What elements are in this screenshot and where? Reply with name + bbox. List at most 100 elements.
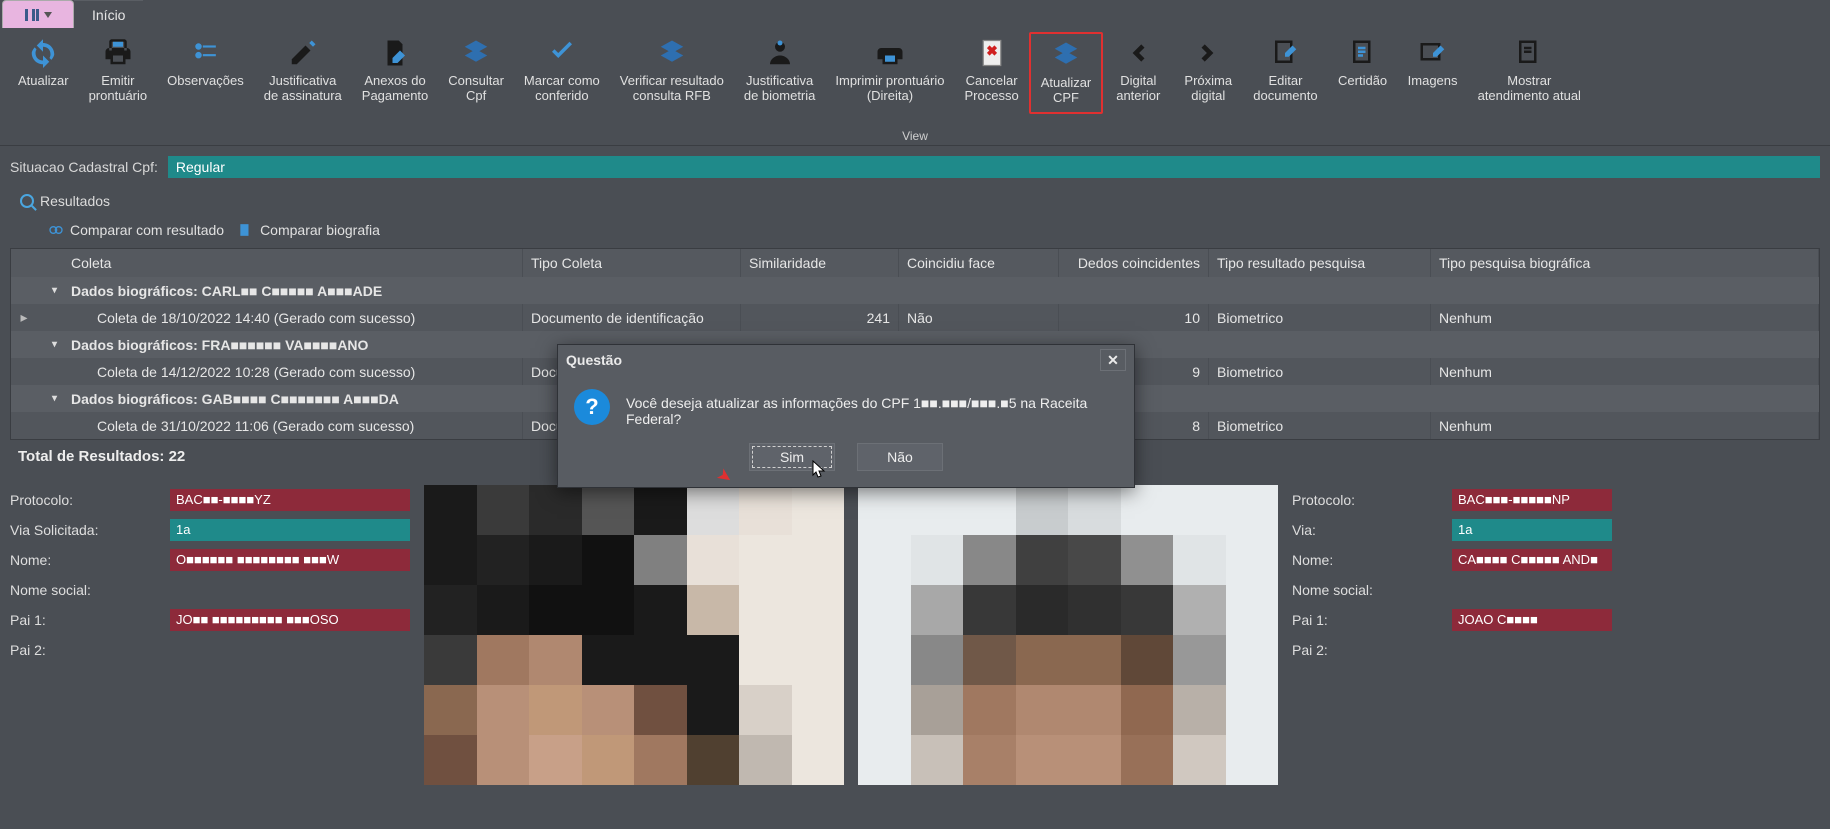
printer-icon: [101, 36, 135, 70]
cell-coleta: Coleta de 31/10/2022 11:06 (Gerado com s…: [89, 412, 523, 439]
btn-label: Mostrar: [1507, 74, 1551, 89]
btn-label: Imprimir prontuário: [835, 74, 944, 89]
table-row[interactable]: ▸ Coleta de 18/10/2022 14:40 (Gerado com …: [11, 304, 1819, 331]
question-icon: ?: [574, 389, 610, 425]
check-icon: [545, 36, 579, 70]
col-coleta[interactable]: Coleta: [63, 249, 523, 277]
dialog-questao: Questão ✕ ? Você deseja atualizar as inf…: [557, 344, 1135, 488]
cell-coin: Não: [899, 304, 1059, 331]
btn-digital-anterior[interactable]: Digital anterior: [1103, 32, 1173, 110]
btn-mostrar-atendimento[interactable]: Mostrar atendimento atual: [1468, 32, 1591, 110]
v-nome: CA■■■■ C■■■■■ AND■: [1452, 549, 1612, 571]
document-x-icon: [975, 36, 1009, 70]
k-protocolo: Protocolo:: [1292, 492, 1442, 508]
v-nome: O■■■■■■ ■■■■■■■■ ■■■W: [170, 549, 410, 571]
btn-verificar-rfb[interactable]: Verificar resultado consulta RFB: [610, 32, 734, 110]
btn-label: Digital: [1120, 74, 1156, 89]
btn-label: Consultar: [448, 74, 504, 89]
btn-label2: Pagamento: [362, 89, 429, 104]
dialog-titlebar[interactable]: Questão ✕: [558, 345, 1134, 375]
collapse-icon[interactable]: ▾: [11, 285, 63, 296]
v-via: 1a: [170, 519, 410, 541]
btn-cancelar-processo[interactable]: Cancelar Processo: [954, 32, 1028, 110]
situacao-value[interactable]: Regular: [168, 156, 1820, 178]
dialog-close-button[interactable]: ✕: [1100, 349, 1126, 371]
col-similaridade[interactable]: Similaridade: [741, 249, 899, 277]
btn-label2: Processo: [964, 89, 1018, 104]
col-coincidiu[interactable]: Coincidiu face: [899, 249, 1059, 277]
close-icon: ✕: [1107, 352, 1119, 369]
btn-imprimir-direita[interactable]: Imprimir prontuário (Direita): [825, 32, 954, 110]
document-icon: [238, 222, 254, 238]
cell-res: Biometrico: [1209, 412, 1431, 439]
k-pai2: Pai 2:: [10, 642, 160, 658]
right-details: Protocolo:BAC■■■-■■■■■NP Via:1a Nome:CA■…: [1292, 485, 1612, 785]
col-tipo[interactable]: Tipo Coleta: [523, 249, 741, 277]
btn-nao[interactable]: Não: [857, 443, 943, 471]
action-label: Comparar com resultado: [70, 222, 224, 238]
btn-justificativa-biometria[interactable]: Justificativa de biometria: [734, 32, 826, 110]
cursor-icon: [812, 460, 826, 480]
group-row[interactable]: ▾Dados biográficos: CARL■■ C■■■■■ A■■■AD…: [11, 277, 1819, 304]
group-label: Dados biográficos: CARL■■ C■■■■■ A■■■ADE: [63, 277, 1819, 304]
cell-res: Biometrico: [1209, 304, 1431, 331]
btn-label: Imagens: [1408, 74, 1458, 89]
menu-bars-icon: [25, 9, 39, 21]
tab-resultados[interactable]: Resultados: [10, 188, 120, 214]
person-icon: [763, 36, 797, 70]
btn-label: Justificativa: [269, 74, 336, 89]
btn-proxima-digital[interactable]: Próxima digital: [1173, 32, 1243, 110]
btn-label2: de biometria: [744, 89, 816, 104]
pen-icon: [286, 36, 320, 70]
btn-consultar-cpf[interactable]: Consultar Cpf: [438, 32, 514, 110]
cell-dedos: 10: [1059, 304, 1209, 331]
btn-label2: prontuário: [89, 89, 148, 104]
k-via: Via:: [1292, 522, 1442, 538]
subtabs: Resultados: [0, 182, 1830, 214]
col-biografica[interactable]: Tipo pesquisa biográfica: [1431, 249, 1819, 277]
btn-label2: consulta RFB: [633, 89, 711, 104]
k-nomesoc: Nome social:: [10, 582, 160, 598]
collapse-icon[interactable]: ▾: [11, 393, 63, 404]
cell-bio: Nenhum: [1431, 358, 1819, 385]
photo-left: [424, 485, 844, 785]
btn-editar-documento[interactable]: Editar documento: [1243, 32, 1327, 110]
btn-emitir-prontuario[interactable]: Emitir prontuário: [79, 32, 158, 110]
btn-label: Cancelar: [966, 74, 1018, 89]
btn-comparar-resultado[interactable]: Comparar com resultado: [48, 222, 224, 238]
btn-certidao[interactable]: Certidão: [1328, 32, 1398, 95]
k-nome: Nome:: [1292, 552, 1442, 568]
situacao-label: Situacao Cadastral Cpf:: [10, 159, 158, 175]
cell-coleta: Coleta de 18/10/2022 14:40 (Gerado com s…: [89, 304, 523, 331]
btn-marcar-conferido[interactable]: Marcar como conferido: [514, 32, 610, 110]
btn-label2: anterior: [1116, 89, 1160, 104]
btn-label2: digital: [1191, 89, 1225, 104]
btn-anexos-pagamento[interactable]: Anexos do Pagamento: [352, 32, 439, 110]
app-menu-handle[interactable]: [2, 0, 74, 28]
btn-label2: Cpf: [466, 89, 486, 104]
action-label: Comparar biografia: [260, 222, 380, 238]
collapse-icon[interactable]: ▾: [11, 339, 63, 350]
document-icon: [1512, 36, 1546, 70]
tab-inicio[interactable]: Início: [74, 0, 143, 28]
btn-observacoes[interactable]: Observações: [157, 32, 254, 95]
btn-label2: documento: [1253, 89, 1317, 104]
btn-label2: de assinatura: [264, 89, 342, 104]
btn-atualizar[interactable]: Atualizar: [8, 32, 79, 95]
btn-comparar-biografia[interactable]: Comparar biografia: [238, 222, 380, 238]
col-resultado[interactable]: Tipo resultado pesquisa: [1209, 249, 1431, 277]
btn-atualizar-cpf[interactable]: Atualizar CPF: [1029, 32, 1104, 114]
col-dedos[interactable]: Dedos coincidentes: [1059, 249, 1209, 277]
k-pai1: Pai 1:: [10, 612, 160, 628]
row-marker: ▸: [11, 309, 37, 326]
k-via: Via Solicitada:: [10, 522, 160, 538]
k-pai1: Pai 1:: [1292, 612, 1442, 628]
btn-imagens[interactable]: Imagens: [1398, 32, 1468, 95]
btn-justificativa-assinatura[interactable]: Justificativa de assinatura: [254, 32, 352, 110]
receita-federal-icon: [1049, 38, 1083, 72]
chevron-down-icon: [44, 12, 52, 18]
receita-federal-icon: [655, 36, 689, 70]
dialog-title: Questão: [566, 352, 622, 368]
btn-label2: CPF: [1053, 91, 1079, 106]
btn-label: Próxima: [1184, 74, 1232, 89]
